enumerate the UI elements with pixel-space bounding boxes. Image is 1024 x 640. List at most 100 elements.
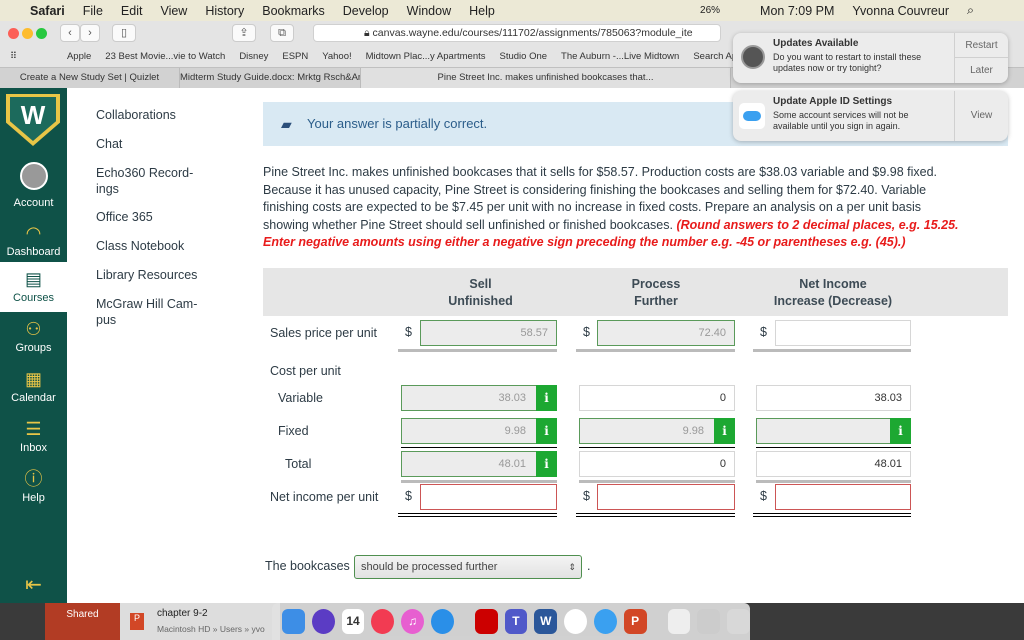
course-nav-class-notebook[interactable]: Class Notebook [96, 238, 216, 254]
fixed-input-col1[interactable]: 9.98 i [401, 418, 557, 444]
menu-develop[interactable]: Develop [343, 4, 389, 18]
restart-button[interactable]: Restart [954, 33, 1008, 58]
tab-midterm[interactable]: Midterm Study Guide.docx: Mrktg Rsch&Ana… [180, 68, 361, 88]
calendar-app-icon[interactable]: 14 [341, 609, 365, 634]
course-nav-chat[interactable]: Chat [96, 136, 216, 152]
fixed-input-col2[interactable]: 9.98 i [579, 418, 735, 444]
bookmark[interactable]: Search Ap [693, 51, 737, 62]
info-icon[interactable]: i [536, 418, 557, 444]
nav-groups[interactable]: ⚇ Groups [0, 318, 67, 354]
menu-file[interactable]: File [83, 4, 103, 18]
powerpoint-icon[interactable]: P [623, 609, 647, 634]
document-preview-icon[interactable] [667, 609, 691, 634]
course-nav-collaborations[interactable]: Collaborations [96, 107, 216, 123]
variable-input-col2[interactable]: 0 [579, 385, 735, 411]
global-nav: W Account ◠ Dashboard ▤ Courses ⚇ Groups ▦ C… [0, 88, 67, 603]
photos-icon[interactable] [564, 609, 587, 634]
word-icon[interactable]: W [534, 609, 558, 634]
course-nav-library[interactable]: Library Resources [96, 267, 216, 283]
forward-button[interactable]: › [80, 24, 100, 42]
nav-calendar[interactable]: ▦ Calendar [0, 368, 67, 404]
menu-app[interactable]: Safari [30, 4, 65, 18]
info-icon[interactable]: i [536, 385, 557, 411]
tab-pine-street[interactable]: Pine Street Inc. makes unfinished bookca… [361, 68, 731, 88]
conclusion-select[interactable]: should be processed further ⇕ [354, 555, 582, 579]
finder-shared-item[interactable]: Shared [45, 603, 120, 640]
net-input-col1[interactable] [420, 484, 557, 510]
menu-view[interactable]: View [160, 4, 187, 18]
input-value: 48.01 [498, 458, 526, 470]
nav-account[interactable]: Account [0, 162, 67, 209]
course-nav-mcgraw-hill[interactable]: McGraw Hill Cam-pus [96, 296, 206, 328]
nav-courses[interactable]: ▤ Courses [0, 262, 67, 312]
sales-input-col2[interactable]: 72.40 [597, 320, 735, 346]
total-input-col3[interactable]: 48.01 [756, 451, 911, 477]
acrobat-icon[interactable] [474, 609, 498, 634]
close-window-button[interactable] [8, 28, 19, 39]
back-button[interactable]: ‹ [60, 24, 80, 42]
menu-help[interactable]: Help [469, 4, 495, 18]
finder-file-item[interactable]: P chapter 9-2 Macintosh HD » Users » yvo [120, 603, 280, 640]
nav-inbox[interactable]: ☰ Inbox [0, 418, 67, 454]
share-button[interactable]: ⇪ [232, 24, 256, 42]
news-icon[interactable] [371, 609, 395, 634]
icloud-icon [739, 103, 765, 129]
apps-grid-icon[interactable]: ⠿ [10, 51, 17, 62]
view-button[interactable]: View [954, 91, 1008, 141]
trash-icon[interactable] [727, 609, 750, 634]
battery-status[interactable]: 26% [700, 5, 720, 16]
address-bar[interactable]: 🔒︎ canvas.wayne.edu/courses/111702/assig… [313, 24, 721, 42]
itunes-icon[interactable]: ♫ [401, 609, 424, 634]
menu-history[interactable]: History [205, 4, 244, 18]
bookmark[interactable]: Studio One [500, 51, 548, 62]
variable-input-col1[interactable]: 38.03 i [401, 385, 557, 411]
sales-input-col1[interactable]: 58.57 [420, 320, 557, 346]
nav-dashboard[interactable]: ◠ Dashboard [0, 222, 67, 258]
minimize-window-button[interactable] [22, 28, 33, 39]
menu-edit[interactable]: Edit [121, 4, 143, 18]
sales-input-col3[interactable] [775, 320, 911, 346]
photo-preview-icon[interactable] [697, 609, 721, 634]
tab-quizlet[interactable]: Create a New Study Set | Quizlet [0, 68, 180, 88]
siri-icon[interactable] [311, 609, 335, 634]
info-icon[interactable]: i [714, 418, 735, 444]
sidebar-toggle-button[interactable]: ▯ [112, 24, 136, 42]
input-value: 0 [719, 458, 726, 470]
course-nav-echo360[interactable]: Echo360 Record-ings [96, 165, 196, 197]
nav-help[interactable]: ⓘ Help [0, 468, 67, 504]
net-input-col2[interactable] [597, 484, 735, 510]
powerpoint-file-icon: P [130, 613, 144, 630]
underline-rule [579, 480, 735, 483]
bookmark[interactable]: Apple [67, 51, 91, 62]
user-name[interactable]: Yvonna Couvreur [852, 4, 949, 18]
bookmark[interactable]: Midtown Plac...y Apartments [366, 51, 486, 62]
course-nav-office365[interactable]: Office 365 [96, 209, 216, 225]
finder-icon[interactable] [282, 609, 305, 634]
total-input-col1[interactable]: 48.01 i [401, 451, 557, 477]
bookmark[interactable]: Yahoo! [322, 51, 351, 62]
safari-icon[interactable] [430, 609, 454, 634]
variable-input-col3[interactable]: 38.03 [756, 385, 911, 411]
clock[interactable]: Mon 7:09 PM [760, 4, 834, 18]
spotlight-icon[interactable]: ⌕ [967, 3, 974, 18]
menu-window[interactable]: Window [407, 4, 451, 18]
fixed-input-col3[interactable]: i [756, 418, 911, 444]
bookmark[interactable]: 23 Best Movie...vie to Watch [105, 51, 225, 62]
later-button[interactable]: Later [954, 58, 1008, 83]
info-icon[interactable]: i [890, 418, 911, 444]
collapse-nav-icon[interactable]: ⇤ [0, 572, 67, 597]
tabs-button[interactable]: ⧉ [270, 24, 294, 42]
menu-bookmarks[interactable]: Bookmarks [262, 4, 325, 18]
nav-label: Courses [13, 292, 54, 304]
teams-icon[interactable]: T [504, 609, 528, 634]
conclusion-suffix: . [587, 559, 591, 573]
university-logo[interactable]: W [6, 94, 60, 146]
total-input-col2[interactable]: 0 [579, 451, 735, 477]
net-input-col3[interactable] [775, 484, 911, 510]
bookmark[interactable]: The Auburn -...Live Midtown [561, 51, 679, 62]
info-icon[interactable]: i [536, 451, 557, 477]
zoom-window-button[interactable] [36, 28, 47, 39]
bookmark[interactable]: ESPN [282, 51, 308, 62]
bookmark[interactable]: Disney [239, 51, 268, 62]
messages-icon[interactable] [593, 609, 617, 634]
